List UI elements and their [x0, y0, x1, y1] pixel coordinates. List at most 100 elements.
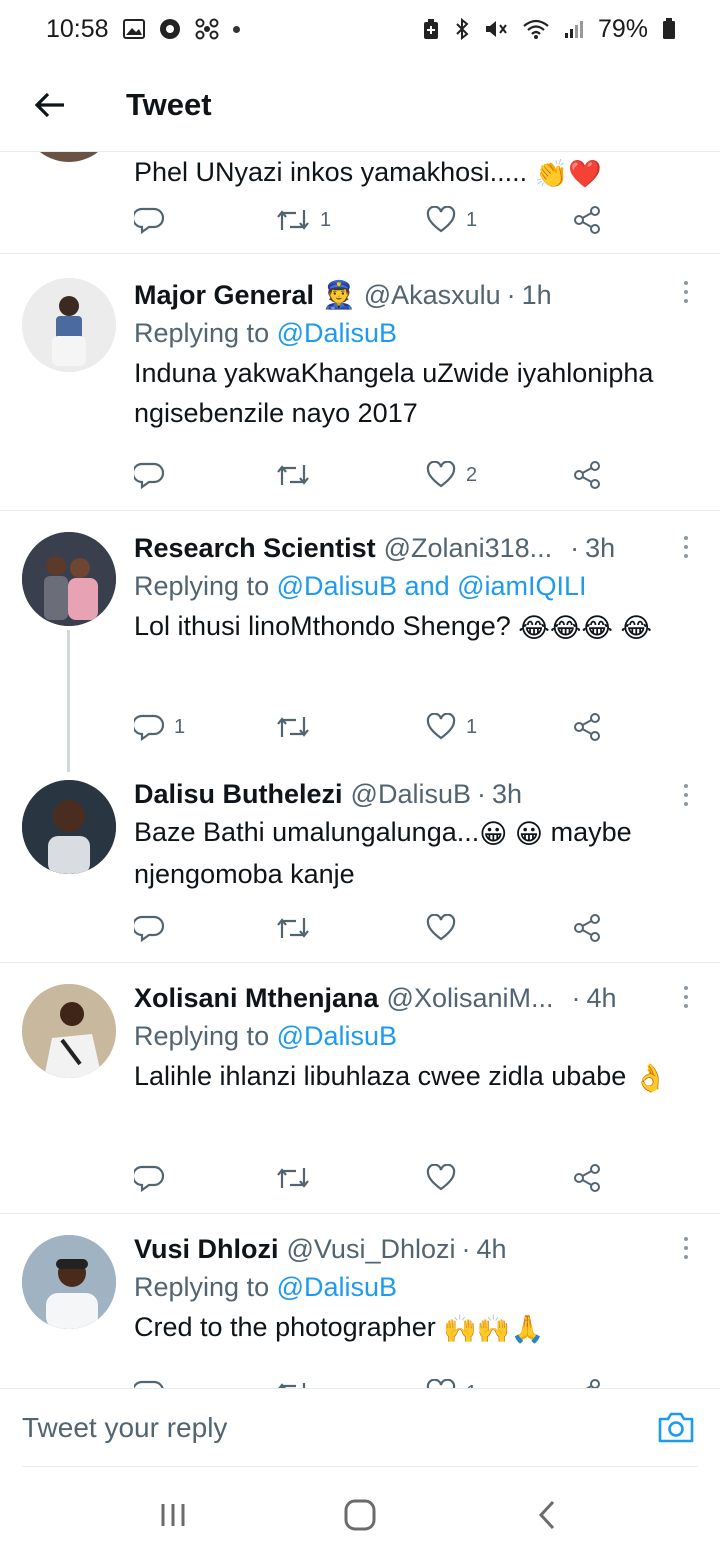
more-options-button[interactable]	[680, 784, 692, 806]
avatar[interactable]	[22, 532, 116, 626]
reply-button[interactable]	[134, 200, 164, 240]
like-button[interactable]: 1	[426, 200, 477, 240]
like-button[interactable]: 1	[426, 707, 477, 747]
author-name[interactable]: Vusi Dhlozi	[134, 1231, 279, 1267]
retweet-button[interactable]	[276, 1158, 310, 1198]
retweet-button[interactable]	[276, 707, 310, 747]
like-button[interactable]	[426, 908, 456, 948]
grinning-emoji: 😀	[479, 818, 508, 849]
tweet-actions	[134, 908, 624, 948]
home-button[interactable]	[330, 1485, 390, 1545]
timestamp[interactable]: 3h	[585, 530, 615, 566]
tweet-actions: 1 1	[134, 707, 624, 747]
more-options-button[interactable]	[680, 536, 692, 558]
more-options-button[interactable]	[680, 1237, 692, 1259]
reply-icon	[134, 1165, 164, 1192]
tweet-item[interactable]: Major General 👮 @Akasxulu · 1h Replying …	[0, 255, 720, 511]
author-handle[interactable]: @XolisaniM...	[387, 980, 554, 1016]
tweet-item[interactable]: Phel UNyazi inkos yamakhosi..... 👏❤️ 1 1	[0, 152, 720, 254]
reply-icon	[134, 207, 164, 234]
replying-to: Replying to @DalisuB	[134, 1021, 398, 1051]
more-options-button[interactable]	[680, 986, 692, 1008]
author-handle[interactable]: @Vusi_Dhlozi	[287, 1231, 456, 1267]
tweet-item[interactable]: Dalisu Buthelezi @DalisuB · 3h Baze Bath…	[0, 762, 720, 963]
retweet-button[interactable]	[276, 908, 310, 948]
clapping-hands-emoji: 👏	[534, 158, 569, 189]
avatar[interactable]	[22, 984, 116, 1078]
retweet-icon	[278, 1383, 306, 1388]
timestamp[interactable]: 3h	[492, 776, 522, 812]
share-icon	[574, 914, 600, 942]
retweet-icon	[277, 210, 309, 230]
timestamp[interactable]: 4h	[587, 980, 617, 1016]
like-button[interactable]: 2	[426, 455, 477, 495]
police-officer-emoji: 👮	[322, 280, 356, 310]
reply-composer	[0, 1388, 720, 1468]
share-button[interactable]	[572, 455, 602, 495]
avatar[interactable]	[22, 1235, 116, 1329]
app-bar: Tweet	[0, 58, 720, 152]
mention-link[interactable]: @DalisuB and @iamIQILI	[277, 571, 587, 601]
grinning-emoji: 😀	[514, 818, 544, 849]
share-button[interactable]	[572, 1373, 602, 1388]
avatar[interactable]	[22, 152, 116, 162]
heart-icon	[426, 461, 456, 488]
share-icon	[574, 461, 600, 489]
share-button[interactable]	[572, 200, 602, 240]
share-button[interactable]	[572, 1158, 602, 1198]
tweet-text: Lalihle ihlanzi libuhlaza cwee zidla uba…	[134, 1056, 696, 1098]
author-handle[interactable]: @DalisuB	[351, 776, 471, 812]
more-options-button[interactable]	[680, 281, 692, 303]
tweet-item[interactable]: Xolisani Mthenjana @XolisaniM... · 4h Re…	[0, 964, 720, 1214]
reply-input[interactable]	[22, 1403, 582, 1453]
author-name[interactable]: Dalisu Buthelezi	[134, 776, 343, 812]
mention-link[interactable]: @DalisuB	[277, 1021, 397, 1051]
chevron-left-icon	[538, 1500, 554, 1530]
author-name[interactable]: Major General	[134, 277, 314, 313]
gallery-icon	[122, 19, 145, 39]
reply-button[interactable]: 1	[134, 707, 185, 747]
back-nav-button[interactable]	[517, 1485, 577, 1545]
reply-button[interactable]	[134, 1373, 164, 1388]
share-button[interactable]	[572, 707, 602, 747]
retweet-button[interactable]	[276, 1373, 310, 1388]
share-icon	[585, 1379, 600, 1388]
back-button[interactable]	[22, 77, 78, 133]
reply-button[interactable]	[134, 1158, 164, 1198]
avatar[interactable]	[22, 278, 116, 372]
reply-icon	[134, 915, 164, 942]
recent-apps-icon	[161, 1504, 185, 1526]
like-button[interactable]	[426, 1158, 456, 1198]
timestamp[interactable]: 4h	[477, 1231, 507, 1267]
author-name[interactable]: Research Scientist	[134, 530, 376, 566]
reply-button[interactable]	[134, 455, 164, 495]
heart-icon	[426, 1164, 456, 1191]
camera-button[interactable]	[656, 1407, 696, 1447]
retweet-button[interactable]	[276, 455, 310, 495]
notification-dot	[232, 25, 240, 33]
reply-count: 1	[174, 715, 186, 738]
reply-icon	[134, 462, 164, 489]
author-handle[interactable]: @Zolani318...	[384, 530, 553, 566]
mention-link[interactable]: @DalisuB	[277, 1272, 397, 1302]
timestamp[interactable]: 1h	[522, 277, 552, 313]
retweet-button[interactable]: 1	[276, 200, 331, 240]
mention-link[interactable]: @DalisuB	[277, 318, 397, 348]
like-button[interactable]: 1	[426, 1373, 477, 1388]
reply-button[interactable]	[134, 908, 164, 948]
tweet-actions: 1	[134, 1373, 624, 1388]
tweet-item[interactable]: Research Scientist @Zolani318... · 3h Re…	[0, 512, 720, 772]
author-name[interactable]: Xolisani Mthenjana	[134, 980, 379, 1016]
replying-to: Replying to @DalisuB	[134, 1272, 398, 1302]
mute-icon	[484, 18, 508, 40]
share-button[interactable]	[572, 908, 602, 948]
joy-emoji: 😂	[581, 612, 613, 643]
like-count: 1	[466, 715, 478, 738]
author-handle[interactable]: @Akasxulu	[364, 277, 501, 313]
replying-to: Replying to @DalisuB	[134, 318, 398, 348]
tweet-item[interactable]: Vusi Dhlozi @Vusi_Dhlozi · 4h Replying t…	[0, 1215, 720, 1388]
reply-feed[interactable]: Phel UNyazi inkos yamakhosi..... 👏❤️ 1 1…	[0, 152, 720, 1388]
tweet-text: Lol ithusi linoMthondo Shenge? 😂😂😂 😂	[134, 606, 696, 648]
recent-apps-button[interactable]	[143, 1485, 203, 1545]
avatar[interactable]	[22, 780, 116, 874]
